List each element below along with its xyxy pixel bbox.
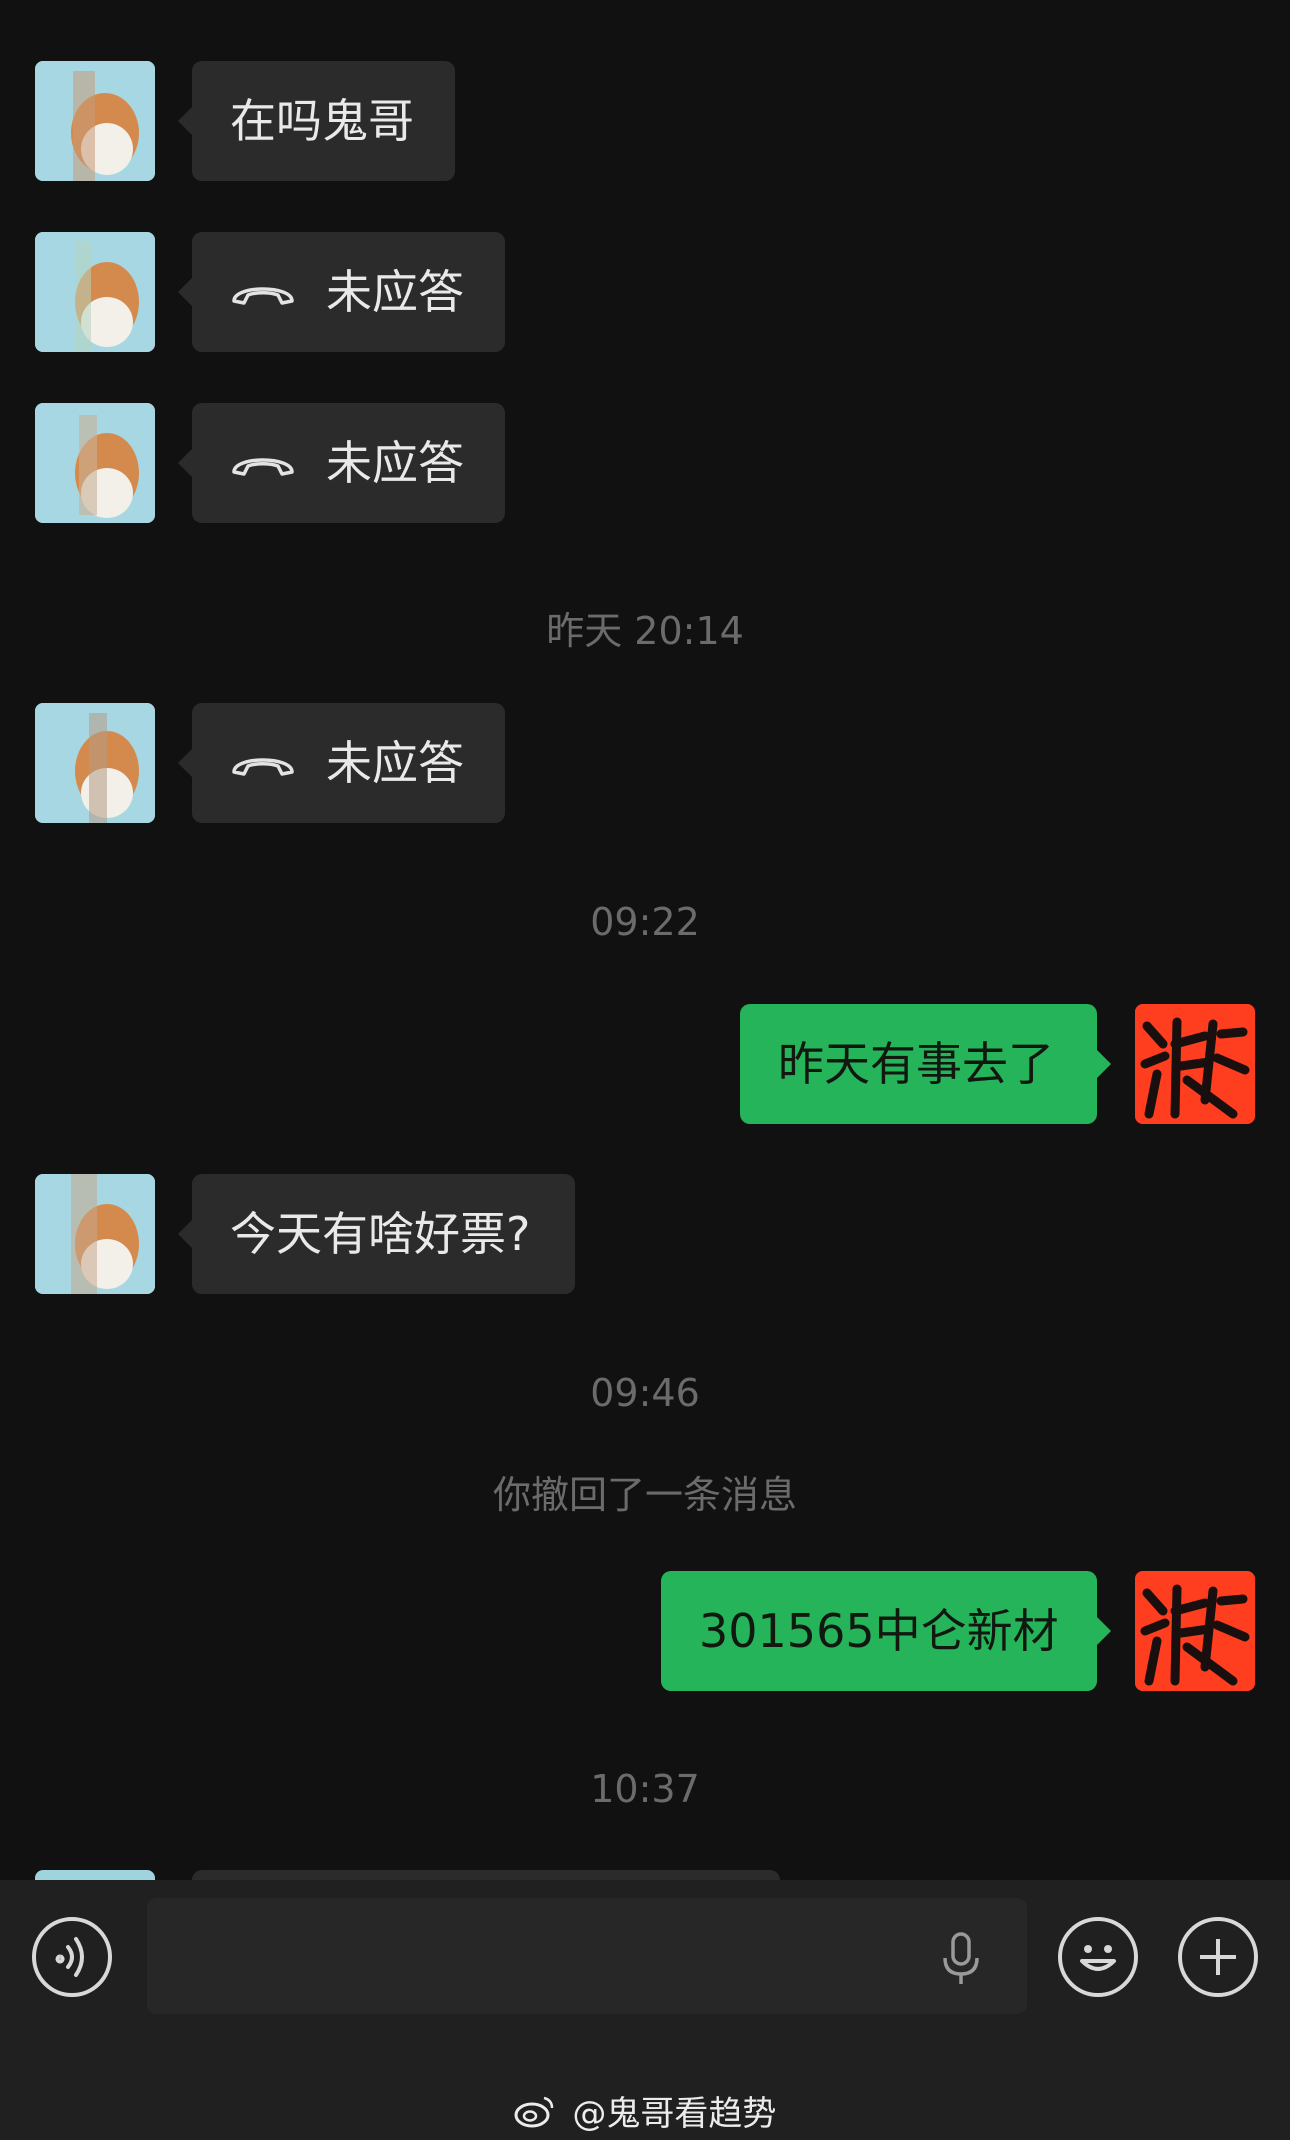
message-bubble-incoming[interactable] bbox=[192, 1870, 780, 1880]
phone-hangup-icon bbox=[232, 458, 294, 476]
missed-call-bubble[interactable]: 未应答 bbox=[178, 232, 505, 352]
mic-icon[interactable] bbox=[936, 1932, 986, 1988]
missed-call-text: 未应答 bbox=[326, 436, 464, 490]
message-bubble-outgoing[interactable]: 301565中仑新材 bbox=[661, 1571, 1111, 1691]
voice-icon[interactable] bbox=[32, 1917, 112, 1997]
message-text: 今天有啥好票? bbox=[230, 1207, 531, 1261]
phone-hangup-icon bbox=[232, 758, 294, 776]
missed-call-text: 未应答 bbox=[326, 736, 464, 790]
message-text: 301565中仑新材 bbox=[699, 1604, 1059, 1658]
missed-call-text: 未应答 bbox=[326, 265, 464, 319]
plus-icon[interactable] bbox=[1178, 1917, 1258, 1997]
timestamp: 昨天 20:14 bbox=[546, 609, 744, 653]
emoji-icon[interactable] bbox=[1058, 1917, 1138, 1997]
message-bubble-outgoing[interactable]: 昨天有事去了 bbox=[740, 1004, 1111, 1124]
watermark-text: @鬼哥看趋势 bbox=[572, 2094, 777, 2134]
contact-avatar[interactable] bbox=[35, 1174, 155, 1294]
system-message-recall: 你撤回了一条消息 bbox=[492, 1473, 797, 1517]
missed-call-bubble[interactable]: 未应答 bbox=[178, 703, 505, 823]
contact-avatar[interactable] bbox=[35, 61, 155, 181]
weibo-logo-icon bbox=[514, 2094, 556, 2137]
message-text: 在吗鬼哥 bbox=[230, 94, 414, 148]
phone-hangup-icon bbox=[232, 287, 294, 305]
timestamp: 09:22 bbox=[590, 900, 700, 944]
missed-call-bubble[interactable]: 未应答 bbox=[178, 403, 505, 523]
message-input[interactable] bbox=[147, 1898, 1027, 2014]
message-bubble-incoming[interactable]: 在吗鬼哥 bbox=[178, 61, 455, 181]
contact-avatar[interactable] bbox=[35, 403, 155, 523]
timestamp: 09:46 bbox=[590, 1371, 700, 1415]
my-avatar[interactable] bbox=[1135, 1571, 1255, 1691]
contact-avatar[interactable] bbox=[35, 703, 155, 823]
contact-avatar[interactable] bbox=[35, 1870, 155, 1880]
timestamp: 10:37 bbox=[590, 1767, 700, 1811]
contact-avatar[interactable] bbox=[35, 232, 155, 352]
weibo-watermark: @鬼哥看趋势 bbox=[0, 2086, 1290, 2137]
message-bubble-incoming[interactable]: 今天有啥好票? bbox=[178, 1174, 575, 1294]
message-text: 昨天有事去了 bbox=[778, 1037, 1054, 1091]
my-avatar[interactable] bbox=[1135, 1004, 1255, 1124]
